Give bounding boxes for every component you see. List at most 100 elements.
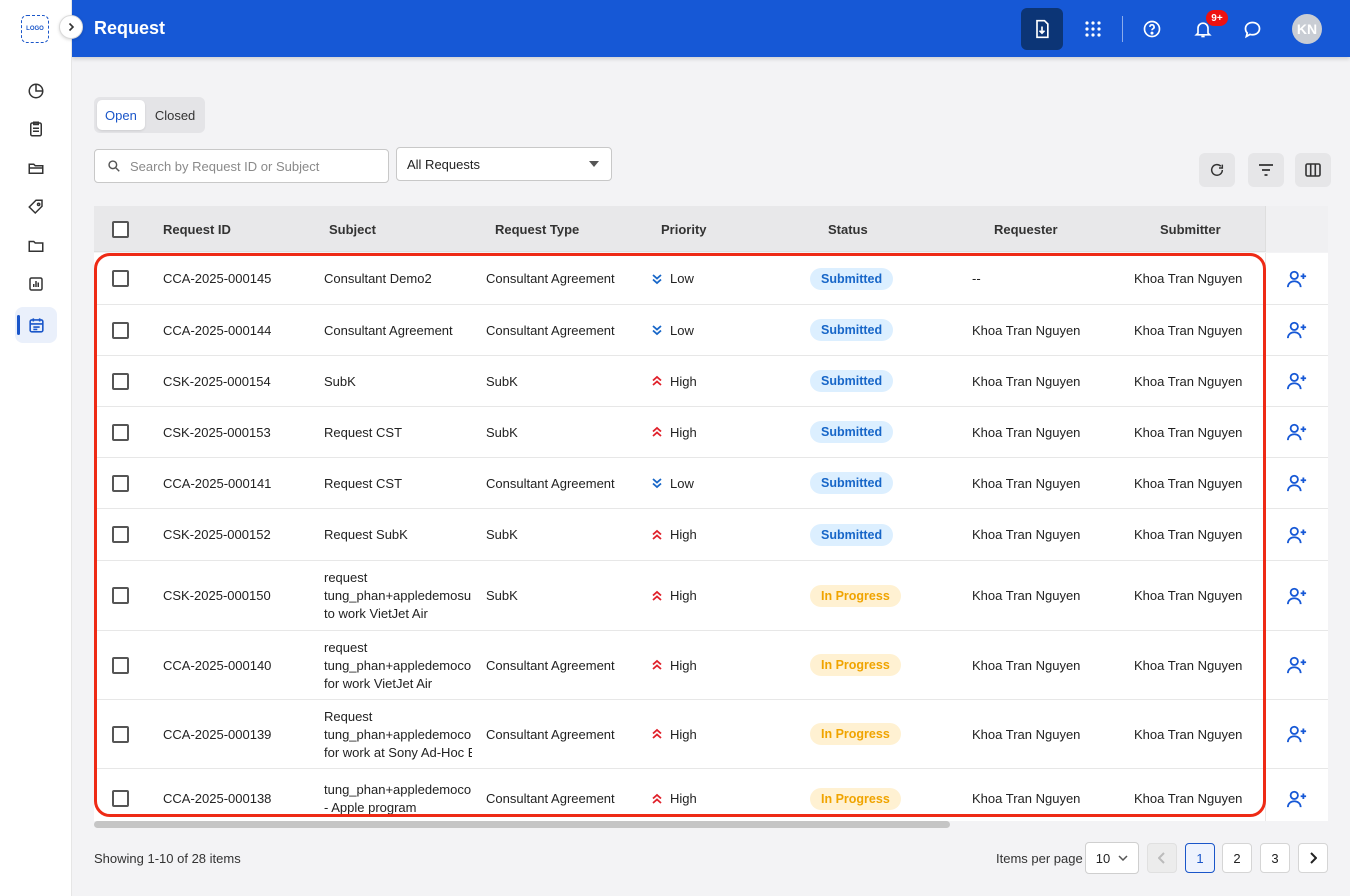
- request-id[interactable]: CSK-2025-000150: [163, 561, 271, 630]
- column-header-submitter[interactable]: Submitter: [1160, 206, 1221, 252]
- row-checkbox[interactable]: [112, 725, 129, 743]
- requester: Khoa Tran Nguyen: [972, 475, 1081, 491]
- table-row[interactable]: CCA-2025-000140 request tung_phan+appledem…: [94, 631, 1328, 700]
- table-row[interactable]: CCA-2025-000138 tung_phan+appledemocon - A…: [94, 769, 1328, 821]
- chat-button[interactable]: [1231, 8, 1273, 50]
- subject: request tung_phan+appledemocon for work Vi…: [324, 631, 472, 699]
- table-row[interactable]: CSK-2025-000153 Request CST SubK High Submit…: [94, 407, 1328, 458]
- assign-user-button[interactable]: [1265, 700, 1328, 768]
- row-checkbox[interactable]: [112, 526, 129, 543]
- sidebar-expand-button[interactable]: [59, 15, 83, 39]
- request-id[interactable]: CCA-2025-000141: [163, 458, 271, 508]
- calendar-list-icon: [28, 317, 44, 333]
- priority-label: Low: [670, 322, 694, 338]
- horizontal-scrollbar[interactable]: [94, 821, 950, 828]
- requester: --: [972, 271, 981, 286]
- items-per-page-select[interactable]: 10: [1085, 842, 1139, 874]
- request-id[interactable]: CCA-2025-000140: [163, 631, 271, 699]
- row-checkbox[interactable]: [112, 372, 129, 390]
- help-button[interactable]: [1131, 8, 1173, 50]
- row-checkbox[interactable]: [112, 587, 129, 604]
- table-row[interactable]: CSK-2025-000154 SubK SubK High Submitted Khoa…: [94, 356, 1328, 407]
- assign-user-button[interactable]: [1265, 407, 1328, 457]
- request-filter-select[interactable]: All Requests: [396, 147, 612, 181]
- request-id[interactable]: CCA-2025-000139: [163, 700, 271, 768]
- apps-button[interactable]: [1072, 8, 1114, 50]
- subject: SubK: [324, 356, 472, 406]
- prev-page-button[interactable]: [1147, 843, 1177, 873]
- folder-icon: [28, 240, 44, 252]
- sidebar-item-reports[interactable]: [15, 266, 57, 302]
- assign-user-button[interactable]: [1265, 769, 1328, 821]
- column-header-request-id[interactable]: Request ID: [163, 206, 231, 252]
- request-id[interactable]: CCA-2025-000145: [163, 253, 271, 304]
- sidebar-item-tasks[interactable]: [15, 111, 57, 147]
- row-checkbox[interactable]: [112, 656, 129, 674]
- submitter: Khoa Tran Nguyen: [1134, 475, 1243, 491]
- requester: Khoa Tran Nguyen: [972, 424, 1081, 440]
- table-row[interactable]: CCA-2025-000144 Consultant Agreement Consu…: [94, 305, 1328, 356]
- assign-user-button[interactable]: [1265, 253, 1328, 304]
- column-header-status[interactable]: Status: [828, 206, 868, 252]
- table-row[interactable]: CCA-2025-000141 Request CST Consultant Agr…: [94, 458, 1328, 509]
- select-all-checkbox[interactable]: [112, 220, 129, 238]
- column-header-priority[interactable]: Priority: [661, 206, 707, 252]
- request-id[interactable]: CSK-2025-000154: [163, 356, 271, 406]
- notifications-button[interactable]: 9+: [1182, 8, 1228, 50]
- page-button-1[interactable]: 1: [1185, 843, 1215, 873]
- assign-user-button[interactable]: [1265, 305, 1328, 355]
- sidebar-item-documents[interactable]: [15, 228, 57, 264]
- tab-closed[interactable]: Closed: [147, 100, 203, 130]
- page-button-3[interactable]: 3: [1260, 843, 1290, 873]
- row-checkbox[interactable]: [112, 321, 129, 339]
- assign-user-button[interactable]: [1265, 631, 1328, 699]
- table-row[interactable]: CSK-2025-000152 Request SubK SubK High Submi…: [94, 509, 1328, 561]
- priority-label: High: [670, 373, 697, 389]
- assign-user-button[interactable]: [1265, 458, 1328, 508]
- filter-button[interactable]: [1248, 153, 1284, 187]
- page-button-2[interactable]: 2: [1222, 843, 1252, 873]
- status-cell: In Progress: [810, 631, 901, 699]
- requester: Khoa Tran Nguyen: [972, 726, 1081, 742]
- table-row[interactable]: CSK-2025-000150 request tung_phan+appledem…: [94, 561, 1328, 631]
- sidebar-item-projects[interactable]: [15, 150, 57, 186]
- avatar[interactable]: KN: [1292, 14, 1322, 44]
- refresh-button[interactable]: [1199, 153, 1235, 187]
- sidebar-item-tags[interactable]: [15, 189, 57, 225]
- search-icon: [108, 160, 120, 172]
- request-type: Consultant Agreement: [486, 271, 615, 286]
- download-button[interactable]: [1021, 8, 1063, 50]
- row-checkbox[interactable]: [112, 790, 129, 807]
- row-checkbox[interactable]: [112, 423, 129, 441]
- row-checkbox[interactable]: [112, 474, 129, 492]
- select-all-cell: [112, 206, 129, 252]
- submitter: Khoa Tran Nguyen: [1134, 657, 1243, 673]
- request-id[interactable]: CCA-2025-000144: [163, 305, 271, 355]
- assign-user-button[interactable]: [1265, 561, 1328, 630]
- assign-user-button[interactable]: [1265, 356, 1328, 406]
- search-box: [94, 149, 389, 183]
- table-row[interactable]: CCA-2025-000139 Request tung_phan+appledem…: [94, 700, 1328, 769]
- request-id[interactable]: CSK-2025-000152: [163, 509, 271, 560]
- row-checkbox[interactable]: [112, 270, 129, 287]
- sidebar-item-dashboard[interactable]: [15, 73, 57, 109]
- table-row[interactable]: CCA-2025-000145 Consultant Demo2 Consultan…: [94, 253, 1328, 305]
- priority-label: High: [670, 657, 697, 673]
- column-header-requester[interactable]: Requester: [994, 206, 1058, 252]
- subject: tung_phan+appledemocon - Apple program: [324, 769, 472, 821]
- search-input[interactable]: [130, 158, 370, 174]
- apps-grid-icon: [1085, 21, 1101, 37]
- status-cell: Submitted: [810, 407, 894, 457]
- columns-button[interactable]: [1295, 153, 1331, 187]
- request-id[interactable]: CCA-2025-000138: [163, 769, 271, 821]
- subject-line: SubK: [324, 373, 356, 389]
- sidebar-item-requests[interactable]: [15, 307, 57, 343]
- column-header-request-type[interactable]: Request Type: [495, 206, 579, 252]
- tab-open[interactable]: Open: [97, 100, 145, 130]
- column-header-subject[interactable]: Subject: [329, 206, 376, 252]
- assign-user-button[interactable]: [1265, 509, 1328, 560]
- request-id[interactable]: CSK-2025-000153: [163, 407, 271, 457]
- priority-high-icon: [652, 793, 662, 804]
- next-page-button[interactable]: [1298, 843, 1328, 873]
- priority-low-icon: [652, 273, 662, 284]
